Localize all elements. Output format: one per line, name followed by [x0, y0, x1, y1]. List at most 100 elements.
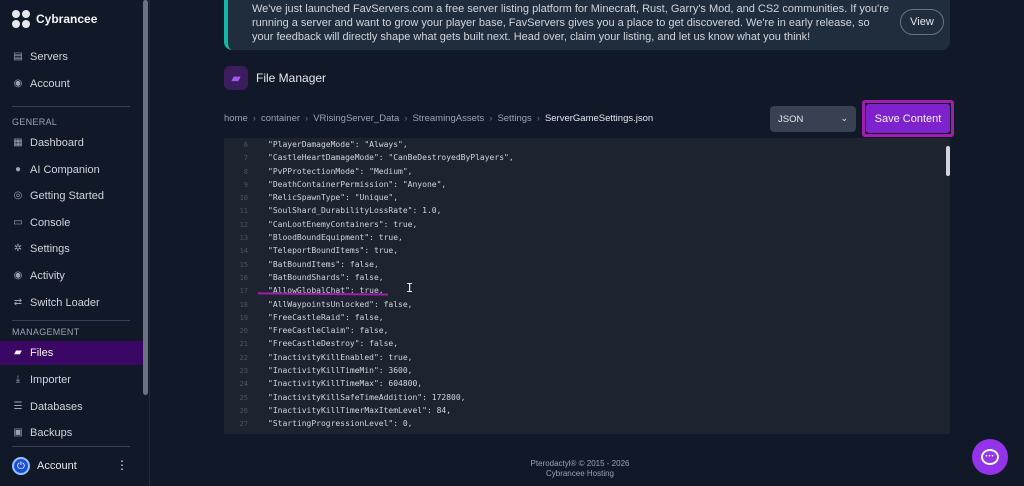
sidebar-item-settings[interactable]: ✲ Settings: [0, 237, 143, 261]
sidebar-item-files[interactable]: ▰ Files: [0, 341, 143, 365]
line-number: 10: [239, 194, 248, 203]
view-button[interactable]: View: [900, 9, 944, 35]
breadcrumb-item[interactable]: container: [261, 113, 300, 124]
line-number: 23: [239, 367, 248, 376]
code-text: "InactivityKillEnabled": true,: [268, 352, 413, 362]
code-line[interactable]: 15 "BatBoundItems": false,: [224, 258, 950, 271]
code-text: "CastleHeartDamageMode": "CanBeDestroyed…: [268, 153, 514, 163]
line-number: 27: [239, 420, 248, 429]
divider: [12, 446, 130, 447]
line-number: 13: [239, 234, 248, 243]
line-number: 6: [243, 141, 248, 149]
breadcrumb-item[interactable]: Settings: [497, 113, 531, 124]
breadcrumb: home › container › VRisingServer_Data › …: [224, 113, 653, 124]
line-number: 12: [239, 220, 248, 229]
text-cursor-icon: I: [406, 281, 414, 295]
database-icon: ☰: [13, 401, 23, 412]
sidebar-item-databases[interactable]: ☰ Databases: [0, 395, 143, 419]
format-select[interactable]: JSON ⌄: [770, 106, 856, 132]
breadcrumb-item[interactable]: home: [224, 113, 248, 124]
folder-icon: ▰: [224, 66, 248, 90]
sidebar-item-ai-companion[interactable]: ● AI Companion: [0, 158, 143, 182]
download-icon: ⤓: [15, 374, 21, 385]
sidebar-item-account[interactable]: ◉ Account: [0, 72, 143, 96]
divider: [12, 106, 130, 107]
code-text: "InactivityKillSafeTimeAddition": 172800…: [268, 392, 466, 402]
breadcrumb-item[interactable]: VRisingServer_Data: [313, 113, 399, 124]
line-number: 14: [239, 247, 248, 256]
code-line[interactable]: 23 "InactivityKillTimeMin": 3600,: [224, 364, 950, 377]
code-editor[interactable]: 6 "PlayerDamageMode": "Always", 7 "CastleHe…: [224, 138, 950, 434]
code-line[interactable]: 6 "PlayerDamageMode": "Always",: [224, 138, 950, 151]
editor-scrollbar[interactable]: [946, 146, 950, 176]
line-number: 9: [243, 180, 248, 189]
code-line[interactable]: 14 "TeleportBoundItems": true,: [224, 244, 950, 257]
sidebar-item-backups[interactable]: ▣ Backups: [0, 421, 143, 445]
code-line[interactable]: 19 "FreeCastleRaid": false,: [224, 311, 950, 324]
banner-text: We've just launched FavServers.com a fre…: [252, 3, 889, 43]
footer-hosting: Cybrancee Hosting: [545, 469, 615, 478]
code-line[interactable]: 20 "FreeCastleClaim": false,: [224, 324, 950, 337]
chevron-right-icon: ›: [536, 113, 540, 124]
code-line[interactable]: 21 "FreeCastleDestroy": false,: [224, 337, 950, 350]
more-options-icon[interactable]: ⋮: [116, 458, 128, 472]
code-line[interactable]: 16 "BatBoundShards": false,: [224, 271, 950, 284]
power-icon: ⏻: [12, 457, 30, 475]
code-line[interactable]: 22 "InactivityKillEnabled": true,: [224, 351, 950, 364]
sidebar-scrollbar[interactable]: [143, 0, 148, 395]
sidebar-item-getting-started[interactable]: ◎ Getting Started: [0, 184, 143, 208]
code-line[interactable]: 10 "RelicSpawnType": "Unique",: [224, 191, 950, 204]
live-chat-button[interactable]: •••: [972, 439, 1008, 475]
section-label-general: GENERAL: [12, 117, 58, 127]
code-line[interactable]: 11 "SoulShard_DurabilityLossRate": 1.0,: [224, 204, 950, 217]
code-line[interactable]: 13 "BloodBoundEquipment": true,: [224, 231, 950, 244]
line-number: 24: [239, 380, 248, 389]
line-number: 15: [239, 260, 248, 269]
folder-icon: ▰: [14, 347, 22, 358]
line-number: 11: [239, 207, 248, 216]
chat-icon: ●: [14, 164, 22, 175]
sidebar-item-console[interactable]: ▭ Console: [0, 211, 143, 235]
code-text: "BatBoundItems": false,: [268, 259, 379, 269]
breadcrumb-item[interactable]: StreamingAssets: [412, 113, 484, 124]
sidebar-item-dashboard[interactable]: ▦ Dashboard: [0, 131, 143, 155]
code-line[interactable]: 27 "StartingProgressionLevel": 0,: [224, 417, 950, 430]
line-number: 25: [239, 393, 248, 402]
page-title: File Manager: [256, 71, 327, 85]
line-number: 18: [239, 300, 248, 309]
chevron-right-icon: ›: [305, 113, 309, 124]
code-text: "StartingProgressionLevel": 0,: [268, 419, 413, 429]
code-line[interactable]: 7 "CastleHeartDamageMode": "CanBeDestroye…: [224, 151, 950, 164]
line-number: 17: [239, 287, 248, 296]
code-line[interactable]: 12 "CanLootEnemyContainers": true,: [224, 218, 950, 231]
brand-name: Cybrancee: [36, 12, 98, 26]
brand[interactable]: Cybrancee: [12, 10, 97, 28]
code-line[interactable]: 8 "PvPProtectionMode": "Medium",: [224, 165, 950, 178]
code-text: "DeathContainerPermission": "Anyone",: [268, 179, 447, 189]
save-content-button[interactable]: Save Content: [866, 104, 950, 133]
code-text: "InactivityKillTimeMin": 3600,: [268, 366, 413, 376]
line-number: 7: [243, 154, 248, 163]
code-line[interactable]: 24 "InactivityKillTimeMax": 604800,: [224, 377, 950, 390]
sidebar-item-activity[interactable]: ◉ Activity: [0, 264, 143, 288]
line-number: 8: [243, 167, 248, 176]
sidebar-item-switch-loader[interactable]: ⇄ Switch Loader: [0, 291, 143, 315]
code-text: "InactivityKillTimeMax": 604800,: [268, 379, 423, 389]
sidebar-item-importer[interactable]: ⤓ Importer: [0, 368, 143, 392]
code-text: "AllWaypointsUnlocked": false,: [268, 299, 413, 309]
code-line[interactable]: 26 "InactivityKillTimerMaxItemLevel": 84,: [224, 404, 950, 417]
line-number: 28: [224, 432, 248, 435]
code-line[interactable]: 9 "DeathContainerPermission": "Anyone",: [224, 178, 950, 191]
code-text: "BatBoundShards": false,: [268, 272, 384, 282]
chevron-right-icon: ›: [489, 113, 493, 124]
code-text: "PlayerDamageMode": "Always",: [268, 140, 408, 149]
sidebar-item-servers[interactable]: ▤ Servers: [0, 45, 143, 69]
code-line[interactable]: 17 "AllowGlobalChat": true,: [224, 284, 950, 297]
code-line[interactable]: 28 "DisableDisconnectedDeadEnabled": true…: [224, 431, 950, 434]
code-line[interactable]: 25 "InactivityKillSafeTimeAddition": 1728…: [224, 391, 950, 404]
gear-icon: ✲: [13, 243, 23, 254]
code-text: "InactivityKillTimerMaxItemLevel": 84,: [268, 405, 452, 415]
line-number: 22: [239, 353, 248, 362]
code-line[interactable]: 18 "AllWaypointsUnlocked": false,: [224, 298, 950, 311]
account-menu[interactable]: ⏻ Account: [12, 456, 132, 476]
